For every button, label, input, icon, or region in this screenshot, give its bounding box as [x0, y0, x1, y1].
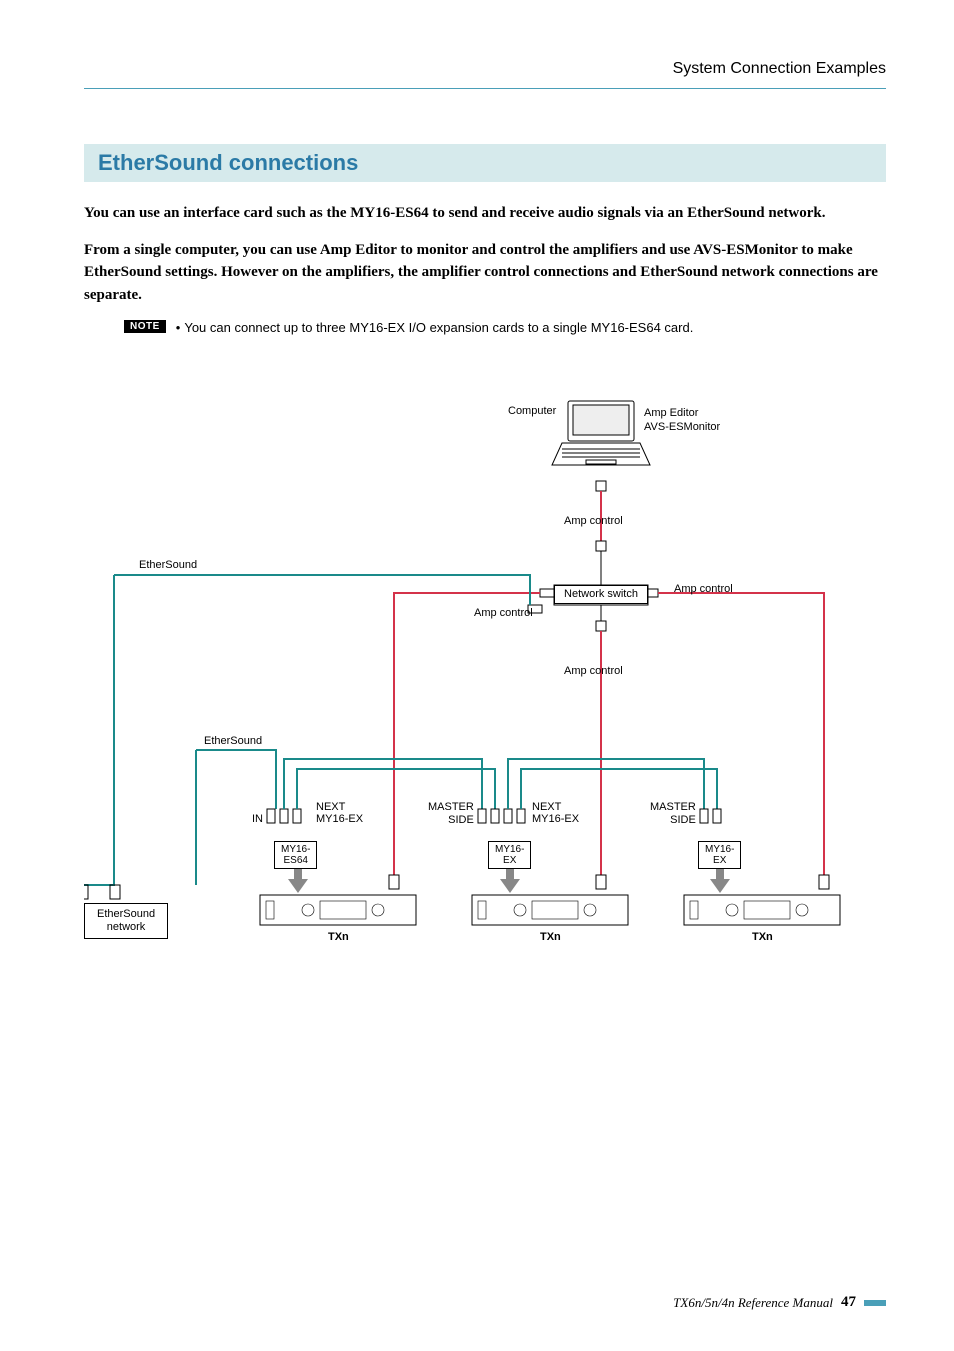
- label-amp-control-right: Amp control: [674, 583, 733, 596]
- label-my16ex-inline-2: MY16-EX: [532, 813, 579, 826]
- label-master-side-1: MASTER SIDE: [428, 801, 474, 827]
- label-my16ex-inline-1: MY16-EX: [316, 813, 363, 826]
- manual-name: TX6n/5n/4n Reference Manual: [673, 1295, 833, 1311]
- label-ethersound-network: EtherSound network: [84, 903, 168, 939]
- label-my16-ex-box-1: MY16- EX: [488, 841, 531, 869]
- section-title: System Connection Examples: [673, 60, 886, 77]
- note-bullet: •: [176, 320, 181, 335]
- page-header: System Connection Examples: [84, 60, 886, 89]
- label-software-1: Amp Editor: [644, 407, 698, 420]
- label-amp-control-mid: Amp control: [564, 665, 623, 678]
- label-amp-control-left: Amp control: [474, 607, 533, 620]
- label-master-side-2: MASTER SIDE: [650, 801, 696, 827]
- page-number: 47: [841, 1294, 856, 1311]
- label-txn-1: TXn: [328, 931, 349, 943]
- label-my16-es64-box: MY16- ES64: [274, 841, 317, 869]
- label-txn-3: TXn: [752, 931, 773, 943]
- note-badge: NOTE: [124, 320, 166, 333]
- diagram-lines: [84, 395, 886, 975]
- page-footer: TX6n/5n/4n Reference Manual 47: [673, 1294, 886, 1311]
- note-block: NOTE • You can connect up to three MY16-…: [124, 320, 886, 335]
- label-amp-control-1: Amp control: [564, 515, 623, 528]
- note-text: You can connect up to three MY16-EX I/O …: [184, 320, 693, 335]
- label-ethersound-top: EtherSound: [139, 559, 197, 572]
- label-my16-ex-box-2: MY16- EX: [698, 841, 741, 869]
- intro-paragraph-2: From a single computer, you can use Amp …: [84, 239, 886, 307]
- label-computer: Computer: [508, 405, 556, 418]
- label-network-switch: Network switch: [554, 585, 648, 604]
- intro-paragraph-1: You can use an interface card such as th…: [84, 202, 886, 225]
- label-txn-2: TXn: [540, 931, 561, 943]
- label-ethersound-mid: EtherSound: [204, 735, 262, 748]
- section-heading: EtherSound connections: [84, 144, 886, 182]
- label-in: IN: [252, 813, 263, 826]
- footer-bar-icon: [864, 1300, 886, 1306]
- connection-diagram: Computer Amp Editor AVS-ESMonitor Amp co…: [84, 395, 886, 975]
- label-software-2: AVS-ESMonitor: [644, 421, 720, 434]
